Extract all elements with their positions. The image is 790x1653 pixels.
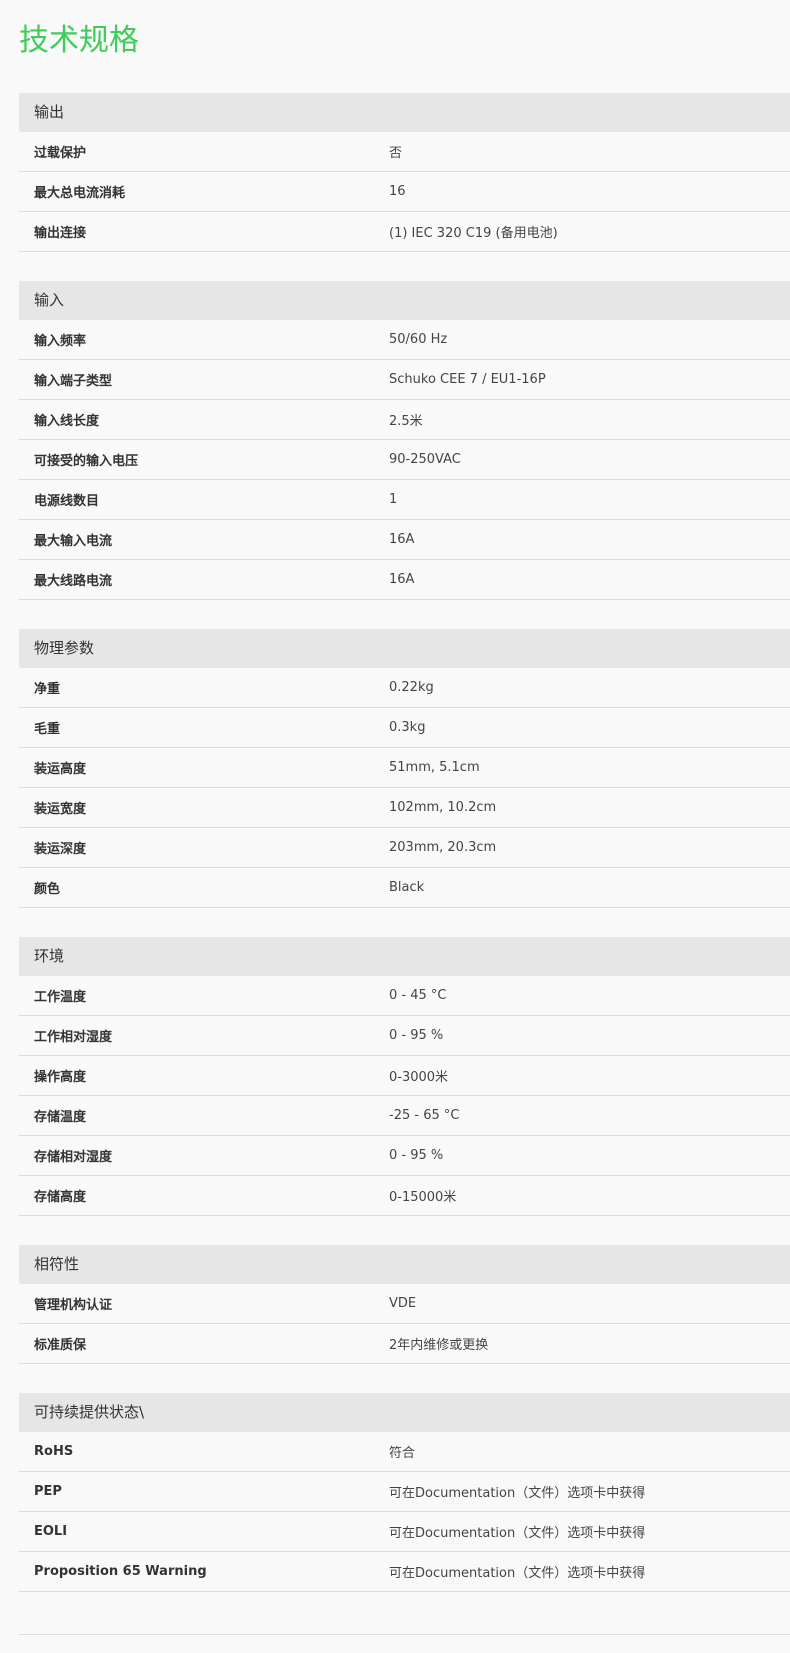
spec-label: 可接受的输入电压 xyxy=(34,454,139,469)
spec-row: 存储高度 0-15000米 xyxy=(19,1176,790,1216)
spec-row: 标准质保 2年内维修或更换 xyxy=(19,1324,790,1364)
spec-value: 0 - 95 % xyxy=(389,1028,444,1043)
spec-row: 操作高度 0-3000米 xyxy=(19,1056,790,1096)
spec-label: 装运高度 xyxy=(34,762,87,777)
section-header: 输入 xyxy=(19,281,790,320)
spec-label: 过载保护 xyxy=(34,146,87,161)
spec-row: 可接受的输入电压 90-250VAC xyxy=(19,440,790,480)
spec-sections: 输出过载保护 否最大总电流消耗 16 输出连接 (1) IEC 320 C19 (备用电… xyxy=(19,93,790,1621)
spec-row: 装运高度 51mm, 5.1cm xyxy=(19,748,790,788)
spec-row: 存储温度 -25 - 65 °C xyxy=(19,1096,790,1136)
spec-label: 管理机构认证 xyxy=(34,1298,113,1313)
spec-row: 最大线路电流 16A xyxy=(19,560,790,600)
spec-value: 0 - 45 °C xyxy=(389,988,447,1003)
spec-value: 16 xyxy=(389,184,406,199)
spec-label: 最大线路电流 xyxy=(34,574,113,589)
spec-label: EOLI xyxy=(34,1524,68,1539)
spec-label: 颜色 xyxy=(34,882,61,897)
spec-value: Black xyxy=(389,880,425,895)
spec-value: 1 xyxy=(389,492,398,507)
spec-label: 输入线长度 xyxy=(34,414,100,429)
spec-label: 存储相对湿度 xyxy=(34,1150,113,1165)
spec-row: 输入频率 50/60 Hz xyxy=(19,320,790,360)
spec-row: 颜色 Black xyxy=(19,868,790,908)
spec-row: 毛重 0.3kg xyxy=(19,708,790,748)
spec-row: 净重 0.22kg xyxy=(19,668,790,708)
spec-value: 2.5米 xyxy=(389,414,423,429)
spec-section: 可持续提供状态\ RoHS 符合 PEP 可在Documentation（文件）选项卡中… xyxy=(19,1393,790,1592)
spec-value: 0-3000米 xyxy=(389,1070,449,1085)
spec-row: 工作温度 0 - 45 °C xyxy=(19,976,790,1016)
section-header: 物理参数 xyxy=(19,629,790,668)
spec-value: (1) IEC 320 C19 (备用电池) xyxy=(389,226,558,241)
spec-value: 可在Documentation（文件）选项卡中获得 xyxy=(389,1526,646,1541)
spec-value: 0-15000米 xyxy=(389,1190,457,1205)
spec-value: 102mm, 10.2cm xyxy=(389,800,497,815)
spec-value: 51mm, 5.1cm xyxy=(389,760,480,775)
spec-row: 输出连接 (1) IEC 320 C19 (备用电池) xyxy=(19,212,790,252)
spec-label: RoHS xyxy=(34,1444,74,1459)
spec-label: 存储温度 xyxy=(34,1110,87,1125)
spec-row: 存储相对湿度 0 - 95 % xyxy=(19,1136,790,1176)
spec-value: 50/60 Hz xyxy=(389,332,448,347)
spec-value: 否 xyxy=(389,146,403,161)
spec-value: 符合 xyxy=(389,1446,416,1461)
spec-label: 工作相对湿度 xyxy=(34,1030,113,1045)
spec-label: 净重 xyxy=(34,682,61,697)
spec-label: 装运宽度 xyxy=(34,802,87,817)
section-header: 可持续提供状态\ xyxy=(19,1393,790,1432)
page-title: 技术规格 xyxy=(19,23,139,58)
spec-value: 0.3kg xyxy=(389,720,426,735)
spec-row: Proposition 65 Warning 可在Documentation（文件… xyxy=(19,1552,790,1592)
section-header: 环境 xyxy=(19,937,790,976)
spec-value: 2年内维修或更换 xyxy=(389,1338,489,1353)
spec-row: 工作相对湿度 0 - 95 % xyxy=(19,1016,790,1056)
spec-label: 输出连接 xyxy=(34,226,87,241)
spec-value: 203mm, 20.3cm xyxy=(389,840,497,855)
spec-label: PEP xyxy=(34,1484,62,1499)
spec-label: 最大输入电流 xyxy=(34,534,113,549)
spec-value: 16A xyxy=(389,572,415,587)
spec-label: 存储高度 xyxy=(34,1190,87,1205)
spec-label: 最大总电流消耗 xyxy=(34,186,126,201)
spec-value: 可在Documentation（文件）选项卡中获得 xyxy=(389,1486,646,1501)
spec-section: 物理参数净重 0.22kg 毛重 0.3kg 装运高度 51mm, 5.1cm 装运宽度 10… xyxy=(19,629,790,908)
spec-section: 相符性管理机构认证 VDE 标准质保 2年内维修或更换 xyxy=(19,1245,790,1364)
spec-row: 最大输入电流 16A xyxy=(19,520,790,560)
spec-value: -25 - 65 °C xyxy=(389,1108,460,1123)
spec-row: 电源线数目 1 xyxy=(19,480,790,520)
spec-value: 可在Documentation（文件）选项卡中获得 xyxy=(389,1566,646,1581)
spec-row: PEP 可在Documentation（文件）选项卡中获得 xyxy=(19,1472,790,1512)
spec-label: 毛重 xyxy=(34,722,61,737)
section-header: 相符性 xyxy=(19,1245,790,1284)
spec-value: VDE xyxy=(389,1296,417,1311)
spec-label: Proposition 65 Warning xyxy=(34,1564,207,1579)
spec-section: 输入输入频率 50/60 Hz 输入端子类型 Schuko CEE 7 / EU1-1… xyxy=(19,281,790,600)
spec-value: 0 - 95 % xyxy=(389,1148,444,1163)
spec-value: 90-250VAC xyxy=(389,452,461,467)
spec-row: 最大总电流消耗 16 xyxy=(19,172,790,212)
spec-label: 标准质保 xyxy=(34,1338,87,1353)
spec-row: 装运宽度 102mm, 10.2cm xyxy=(19,788,790,828)
spec-label: 输入频率 xyxy=(34,334,87,349)
divider xyxy=(19,1634,790,1635)
spec-section: 输出过载保护 否最大总电流消耗 16 输出连接 (1) IEC 320 C19 (备用电… xyxy=(19,93,790,252)
spec-row: 输入端子类型 Schuko CEE 7 / EU1-16P xyxy=(19,360,790,400)
spec-label: 装运深度 xyxy=(34,842,87,857)
spec-row: 装运深度 203mm, 20.3cm xyxy=(19,828,790,868)
section-header: 输出 xyxy=(19,93,790,132)
spec-value: Schuko CEE 7 / EU1-16P xyxy=(389,372,546,387)
spec-section: 环境工作温度 0 - 45 °C 工作相对湿度 0 - 95 % 操作高度 0-3000米… xyxy=(19,937,790,1216)
spec-value: 0.22kg xyxy=(389,680,434,695)
spec-row: 过载保护 否 xyxy=(19,132,790,172)
spec-label: 输入端子类型 xyxy=(34,374,113,389)
spec-row: RoHS 符合 xyxy=(19,1432,790,1472)
spec-row: 管理机构认证 VDE xyxy=(19,1284,790,1324)
spec-label: 操作高度 xyxy=(34,1070,87,1085)
spec-row: 输入线长度 2.5米 xyxy=(19,400,790,440)
spec-row: EOLI 可在Documentation（文件）选项卡中获得 xyxy=(19,1512,790,1552)
spec-label: 电源线数目 xyxy=(34,494,100,509)
spec-label: 工作温度 xyxy=(34,990,87,1005)
spec-value: 16A xyxy=(389,532,415,547)
